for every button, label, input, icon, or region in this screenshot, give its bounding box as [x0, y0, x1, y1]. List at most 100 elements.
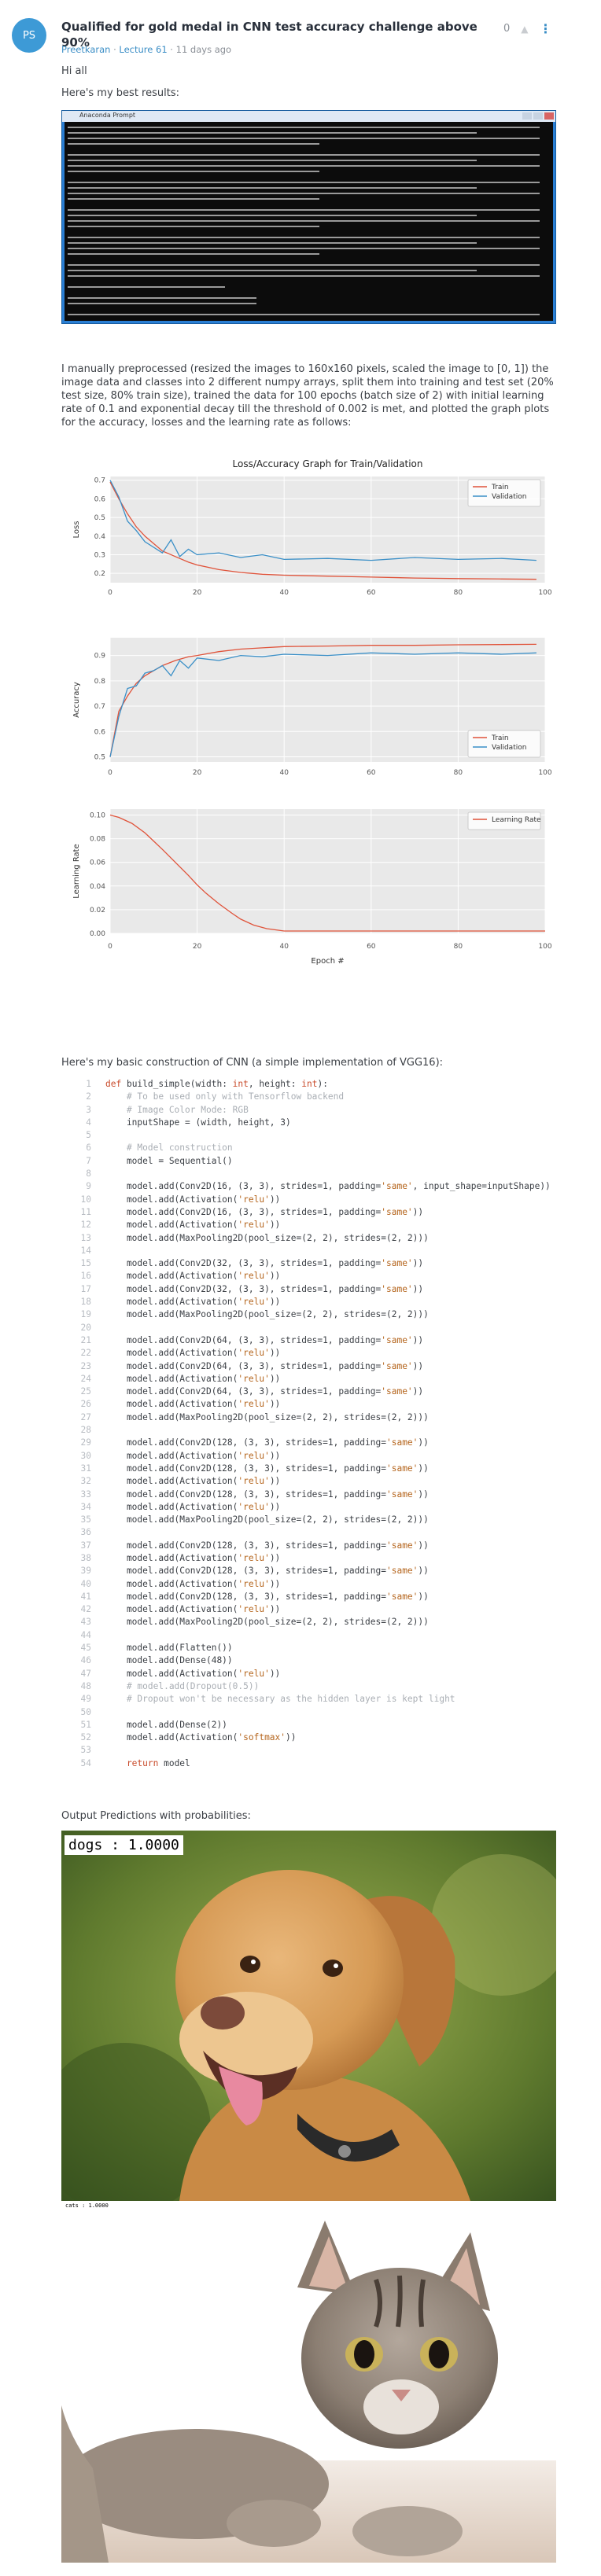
code-token: model.add(Conv2D(128, (3, 3), strides=1,…: [105, 1540, 386, 1551]
author-link[interactable]: Preetkaran: [61, 44, 110, 55]
console-text-line: [68, 270, 477, 271]
line-number: 30: [80, 1450, 91, 1461]
console-text-line: [68, 242, 477, 244]
code-text: model.add(MaxPooling2D(pool_size=(2, 2),…: [105, 1616, 429, 1628]
x-tick-label: 80: [454, 943, 463, 951]
code-token: )): [418, 1437, 429, 1448]
code-line: 7 model = Sequential(): [61, 1155, 557, 1168]
code-token: model.add(Activation(: [105, 1271, 238, 1282]
y-tick-label: 0.4: [94, 533, 106, 541]
code-text: # Dropout won't be necessary as the hidd…: [105, 1693, 455, 1706]
more-options-icon[interactable]: ⋮: [540, 21, 552, 36]
code-token: 'same': [381, 1206, 413, 1217]
code-token: 'softmax': [238, 1732, 286, 1743]
code-token: )): [269, 1476, 281, 1487]
code-token: model.add(Conv2D(64, (3, 3), strides=1, …: [105, 1360, 382, 1371]
code-token: )): [269, 1450, 281, 1461]
code-line: 8: [61, 1168, 557, 1180]
code-token: ):: [317, 1079, 328, 1089]
code-token: )): [269, 1552, 281, 1563]
code-token: 'relu': [238, 1604, 270, 1615]
code-token: )): [269, 1348, 281, 1359]
x-tick-label: 0: [108, 589, 112, 597]
code-token: 'same': [385, 1540, 418, 1551]
line-number: 45: [80, 1643, 91, 1654]
code-token: model.add(Conv2D(16, (3, 3), strides=1, …: [105, 1206, 382, 1217]
lecture-link[interactable]: Lecture 61: [119, 44, 167, 55]
code-token: model.add(Conv2D(128, (3, 3), strides=1,…: [105, 1566, 386, 1577]
code-token: 'relu': [238, 1220, 270, 1231]
code-text: model.add(Activation('relu')): [105, 1552, 280, 1565]
code-token: int: [301, 1079, 318, 1089]
code-token: 'relu': [238, 1552, 270, 1563]
code-token: )): [269, 1604, 281, 1615]
console-screenshot: Anaconda Prompt: [61, 110, 556, 324]
vote-count: 0: [503, 23, 511, 35]
y-tick-label: 0.2: [94, 570, 105, 578]
x-tick-label: 80: [454, 769, 463, 777]
x-tick-label: 100: [538, 943, 551, 951]
code-text: model.add(Activation('relu')): [105, 1603, 280, 1616]
code-text: return model: [105, 1757, 190, 1770]
code-text: # Image Color Mode: RGB: [105, 1104, 249, 1117]
code-text: model.add(Activation('relu')): [105, 1578, 280, 1591]
code-token: 'same': [381, 1386, 413, 1397]
line-number: 50: [80, 1706, 91, 1717]
code-text: model.add(Conv2D(128, (3, 3), strides=1,…: [105, 1591, 429, 1603]
line-number: 39: [80, 1566, 91, 1577]
upvote-icon[interactable]: ▲: [521, 24, 528, 35]
console-text-line: [68, 143, 319, 145]
code-text: model.add(MaxPooling2D(pool_size=(2, 2),…: [105, 1232, 429, 1245]
code-line: 1 def build_simple(width: int, height: in…: [61, 1078, 557, 1091]
post-time: 11 days ago: [175, 44, 232, 55]
code-token: model.add(Conv2D(32, (3, 3), strides=1, …: [105, 1283, 382, 1294]
code-token: 'relu': [238, 1399, 270, 1410]
code-token: # model.add(Dropout(0.5)): [105, 1680, 260, 1691]
code-line: 49 # Dropout won't be necessary as the h…: [61, 1693, 557, 1706]
code-token: model.add(Conv2D(128, (3, 3), strides=1,…: [105, 1591, 386, 1602]
code-text: model.add(Conv2D(64, (3, 3), strides=1, …: [105, 1386, 423, 1398]
chart-title: Loss/Accuracy Graph for Train/Validation: [233, 458, 423, 469]
line-number: 22: [80, 1348, 91, 1359]
code-token: )): [286, 1732, 297, 1743]
line-number: 15: [80, 1258, 91, 1269]
code-line: 41 model.add(Conv2D(128, (3, 3), strides…: [61, 1591, 557, 1603]
code-line: 50: [61, 1706, 557, 1719]
code-token: 'same': [385, 1566, 418, 1577]
code-text: model.add(Conv2D(32, (3, 3), strides=1, …: [105, 1283, 423, 1296]
code-token: )): [412, 1386, 424, 1397]
code-line: 30 model.add(Activation('relu')): [61, 1450, 557, 1463]
line-number: 42: [80, 1604, 91, 1615]
code-token: model.add(Conv2D(128, (3, 3), strides=1,…: [105, 1489, 386, 1500]
console-text-line: [68, 237, 540, 238]
code-token: model.add(Flatten()): [105, 1643, 233, 1654]
code-text: model.add(Conv2D(128, (3, 3), strides=1,…: [105, 1540, 429, 1552]
code-text: model.add(Conv2D(16, (3, 3), strides=1, …: [105, 1180, 551, 1193]
code-token: 'same': [381, 1334, 413, 1345]
code-token: 'same': [381, 1181, 413, 1192]
code-token: )): [418, 1463, 429, 1474]
code-token: model.add(MaxPooling2D(pool_size=(2, 2),…: [105, 1411, 429, 1422]
meta-separator: ·: [110, 44, 120, 55]
legend-label: Train: [491, 734, 509, 742]
code-text: model.add(Activation('relu')): [105, 1219, 280, 1231]
code-token: model.add(Conv2D(16, (3, 3), strides=1, …: [105, 1181, 382, 1192]
code-line: 36: [61, 1526, 557, 1539]
code-text: model = Sequential(): [105, 1155, 233, 1168]
code-text: model.add(Conv2D(64, (3, 3), strides=1, …: [105, 1360, 423, 1373]
code-text: model.add(Activation('relu')): [105, 1398, 280, 1411]
code-line: 3 # Image Color Mode: RGB: [61, 1104, 557, 1117]
console-text-line: [68, 187, 477, 189]
code-text: model.add(Dense(2)): [105, 1719, 227, 1731]
code-token: )): [418, 1566, 429, 1577]
code-line: 43 model.add(MaxPooling2D(pool_size=(2, …: [61, 1616, 557, 1628]
accuracy-chart: 0 20 40 60 80 100 0.5 0.6 0.7 0.8 0.9 Accuracy Train…: [61, 633, 557, 790]
x-tick-label: 60: [367, 943, 376, 951]
code-line: 29 model.add(Conv2D(128, (3, 3), strides…: [61, 1437, 557, 1449]
code-text: model.add(Conv2D(128, (3, 3), strides=1,…: [105, 1489, 429, 1501]
avatar[interactable]: PS: [12, 18, 46, 53]
console-text-line: [68, 253, 319, 255]
close-icon: [544, 112, 554, 120]
code-token: , input_shape=inputShape)): [412, 1181, 551, 1192]
console-text-line: [68, 286, 225, 288]
